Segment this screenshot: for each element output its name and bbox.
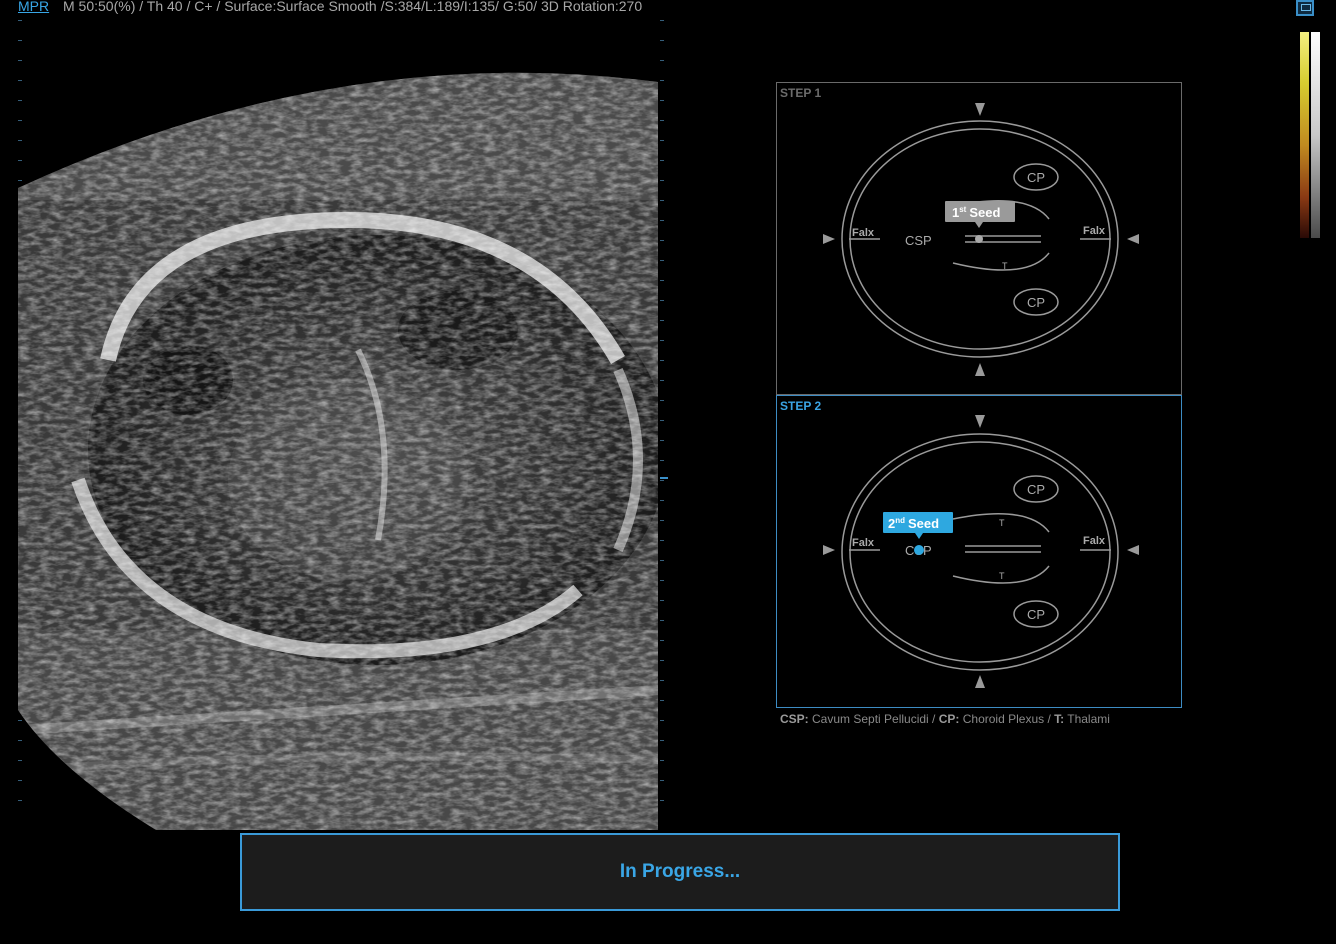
ruler-tick [660, 20, 664, 21]
cp-bottom-label: CP [1027, 295, 1045, 310]
seed2-ordinal: nd [895, 516, 905, 525]
ruler-tick [660, 160, 664, 161]
legend-t-text: Thalami [1064, 712, 1110, 726]
legend-csp-text: Cavum Septi Pellucidi / [808, 712, 939, 726]
ruler-tick [660, 60, 664, 61]
ruler-tick [660, 440, 664, 441]
ruler-tick [660, 280, 664, 281]
ruler-tick [660, 140, 664, 141]
ruler-tick [660, 400, 664, 401]
cp-top-label: CP [1027, 170, 1045, 185]
save-disk-icon[interactable] [1296, 0, 1314, 16]
step1-guide-panel: STEP 1 CP CP CSP Falx Falx T 1st Seed [776, 82, 1182, 395]
ruler-tick [660, 760, 664, 761]
ruler-tick [18, 20, 22, 21]
scan-parameters: M 50:50(%) / Th 40 / C+ / Surface:Surfac… [63, 0, 643, 14]
seed-point-marker [914, 545, 924, 555]
thalamus-label: T [1002, 261, 1008, 271]
ruler-tick [660, 620, 664, 621]
falx-left-label: Falx [852, 537, 875, 549]
ruler-tick [660, 480, 664, 481]
mode-label[interactable]: MPR [18, 0, 49, 14]
falx-right-label: Falx [1083, 225, 1106, 237]
ruler-tick [660, 40, 664, 41]
legend-cp-abbr: CP: [938, 712, 960, 726]
csp-label: CSP [905, 233, 932, 248]
ruler-tick [660, 680, 664, 681]
seed-point-marker [975, 235, 983, 243]
header-bar: MPR M 50:50(%) / Th 40 / C+ / Surface:Su… [0, 0, 1336, 18]
ruler-tick [660, 600, 664, 601]
cp-top-label: CP [1027, 482, 1045, 497]
falx-left-label: Falx [852, 227, 875, 239]
gray-scale [1311, 32, 1320, 238]
ruler-tick [660, 300, 664, 301]
ruler-tick [18, 40, 22, 41]
ruler-tick [660, 200, 664, 201]
ruler-tick [18, 60, 22, 61]
seed1-number: 1 [952, 205, 959, 220]
ultrasound-image[interactable] [18, 70, 660, 830]
ruler-tick [660, 520, 664, 521]
legend-cp-text: Choroid Plexus / [959, 712, 1055, 726]
depth-ruler-right [660, 20, 668, 840]
legend-csp-abbr: CSP: [780, 712, 809, 726]
ruler-tick [660, 340, 664, 341]
ruler-tick [660, 260, 664, 261]
ruler-tick [660, 580, 664, 581]
seed2-word: Seed [908, 516, 939, 531]
seed1-ordinal: st [959, 205, 966, 214]
ruler-tick [660, 500, 664, 501]
ruler-tick [660, 420, 664, 421]
ruler-tick [660, 720, 664, 721]
color-scale [1300, 32, 1309, 238]
ruler-tick [660, 80, 664, 81]
ruler-tick [660, 460, 664, 461]
seed1-word: Seed [969, 205, 1000, 220]
thalamus-top-label: T [999, 518, 1005, 528]
abbreviation-legend: CSP: Cavum Septi Pellucidi / CP: Choroid… [780, 712, 1110, 726]
ruler-tick [660, 240, 664, 241]
ruler-tick [660, 380, 664, 381]
ruler-tick [660, 660, 664, 661]
ruler-tick [660, 640, 664, 641]
legend-t-abbr: T: [1054, 712, 1065, 726]
ruler-tick [660, 740, 664, 741]
ruler-tick [660, 360, 664, 361]
ruler-tick [660, 320, 664, 321]
ruler-tick [660, 100, 664, 101]
ruler-tick [660, 220, 664, 221]
cp-bottom-label: CP [1027, 607, 1045, 622]
ruler-center-marker [660, 477, 668, 479]
ruler-tick [660, 700, 664, 701]
ruler-tick [660, 180, 664, 181]
progress-status-text: In Progress... [619, 861, 741, 882]
step2-guide-panel: STEP 2 CP CP CSP Falx Falx T T [776, 395, 1182, 708]
gray-color-map-bar [1300, 32, 1320, 238]
ruler-tick [660, 800, 664, 801]
falx-right-label: Falx [1083, 535, 1106, 547]
thalamus-bottom-label: T [999, 571, 1005, 581]
progress-status-box: In Progress... [240, 833, 1120, 911]
seed2-number: 2 [888, 516, 895, 531]
ruler-tick [660, 120, 664, 121]
ruler-tick [660, 560, 664, 561]
ruler-tick [660, 780, 664, 781]
ruler-tick [660, 540, 664, 541]
